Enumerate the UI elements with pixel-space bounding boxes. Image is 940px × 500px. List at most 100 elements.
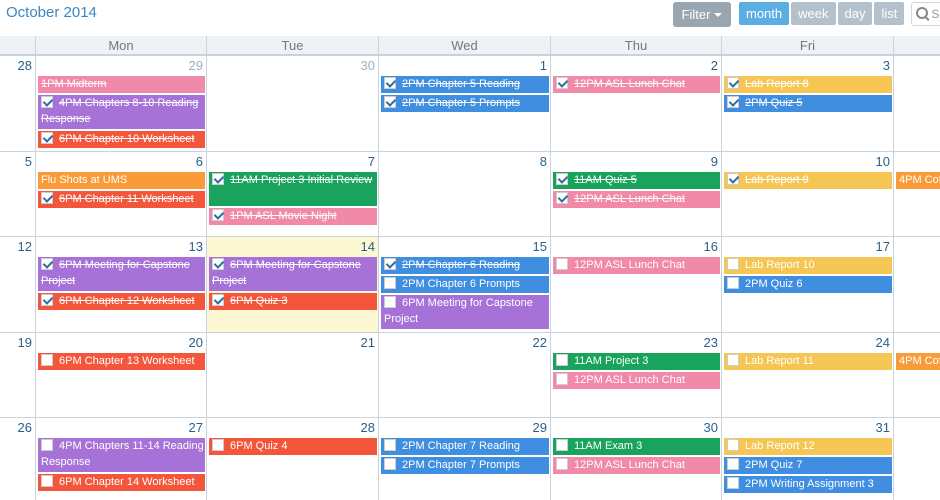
calendar-event[interactable]: 2PM Chapter 5 Prompts xyxy=(381,95,549,112)
calendar-event[interactable]: 6PM Chapter 10 Worksheet xyxy=(38,131,205,148)
day-cell[interactable]: 30 xyxy=(206,55,378,151)
checked-checkbox-icon[interactable] xyxy=(556,77,568,89)
calendar-event[interactable]: 6PM Chapter 13 Worksheet xyxy=(38,353,205,370)
checked-checkbox-icon[interactable] xyxy=(41,132,53,144)
calendar-event[interactable]: 2PM Writing Assignment 3 xyxy=(724,476,892,493)
calendar-event[interactable]: 6PM Chapter 12 Worksheet xyxy=(38,293,205,310)
day-cell[interactable]: 16 12PM ASL Lunch Chat xyxy=(550,236,721,332)
checked-checkbox-icon[interactable] xyxy=(556,173,568,185)
checkbox-icon[interactable] xyxy=(556,373,568,385)
calendar-event[interactable]: 12PM ASL Lunch Chat xyxy=(553,257,720,274)
checkbox-icon[interactable] xyxy=(384,296,396,308)
day-cell[interactable]: 27 4PM Chapters 11-14 Reading Response 6PM… xyxy=(35,417,206,500)
calendar-event[interactable]: 11AM Quiz 5 xyxy=(553,172,720,189)
checkbox-icon[interactable] xyxy=(556,354,568,366)
checked-checkbox-icon[interactable] xyxy=(384,96,396,108)
calendar-event[interactable]: 2PM Quiz 7 xyxy=(724,457,892,474)
calendar-event[interactable]: 11AM Exam 3 xyxy=(553,438,720,455)
calendar-event[interactable]: 12PM ASL Lunch Chat xyxy=(553,457,720,474)
calendar-event[interactable]: 2PM Chapter 6 Prompts xyxy=(381,276,549,293)
calendar-event[interactable]: 6PM Meeting for Capstone Project xyxy=(381,295,549,329)
checked-checkbox-icon[interactable] xyxy=(727,96,739,108)
day-cell-partial[interactable]: 4PM Cof xyxy=(893,332,940,417)
search-input[interactable]: S xyxy=(911,2,940,26)
day-cell[interactable]: 10 Lab Report 9 xyxy=(721,151,893,236)
checkbox-icon[interactable] xyxy=(556,258,568,270)
checked-checkbox-icon[interactable] xyxy=(727,77,739,89)
calendar-event[interactable]: 2PM Chapter 7 Prompts xyxy=(381,457,549,474)
checkbox-icon[interactable] xyxy=(727,277,739,289)
calendar-event[interactable]: 11AM Project 3 xyxy=(553,353,720,370)
checked-checkbox-icon[interactable] xyxy=(556,192,568,204)
day-cell[interactable]: 15 2PM Chapter 6 Reading 2PM Chapter 6 Pro… xyxy=(378,236,550,332)
checkbox-icon[interactable] xyxy=(727,439,739,451)
day-cell[interactable]: 29 1PM Midterm 4PM Chapters 8-10 Reading R… xyxy=(35,55,206,151)
checkbox-icon[interactable] xyxy=(212,439,224,451)
calendar-event[interactable]: 4PM Cof xyxy=(896,353,940,370)
calendar-event[interactable]: 2PM Chapter 7 Reading xyxy=(381,438,549,455)
day-cell-partial[interactable] xyxy=(893,55,940,151)
checkbox-icon[interactable] xyxy=(727,258,739,270)
view-list-button[interactable]: list xyxy=(874,2,905,25)
day-cell[interactable]: 29 2PM Chapter 7 Reading 2PM Chapter 7 Pro… xyxy=(378,417,550,500)
calendar-event[interactable]: 6PM Chapter 14 Worksheet xyxy=(38,474,205,491)
calendar-event[interactable]: 6PM Quiz 4 xyxy=(209,438,377,455)
calendar-event[interactable]: 4PM Chapters 11-14 Reading Response xyxy=(38,438,205,472)
day-cell[interactable]: 28 6PM Quiz 4 xyxy=(206,417,378,500)
day-cell-partial[interactable] xyxy=(893,417,940,500)
day-cell[interactable]: 31 Lab Report 12 2PM Quiz 7 2PM Writing Ass… xyxy=(721,417,893,500)
calendar-event[interactable]: 6PM Meeting for Capstone Project xyxy=(38,257,205,291)
day-cell[interactable]: 13 6PM Meeting for Capstone Project 6PM Ch… xyxy=(35,236,206,332)
day-cell[interactable]: 20 6PM Chapter 13 Worksheet xyxy=(35,332,206,417)
calendar-event[interactable]: 6PM Chapter 11 Worksheet xyxy=(38,191,205,208)
day-cell[interactable]: 28 xyxy=(0,55,35,151)
day-cell[interactable]: 9 11AM Quiz 5 12PM ASL Lunch Chat xyxy=(550,151,721,236)
calendar-event[interactable]: Lab Report 9 xyxy=(724,172,892,189)
checked-checkbox-icon[interactable] xyxy=(41,294,53,306)
checked-checkbox-icon[interactable] xyxy=(212,209,224,221)
calendar-event[interactable]: Flu Shots at UMS xyxy=(38,172,205,189)
calendar-event[interactable]: Lab Report 12 xyxy=(724,438,892,455)
calendar-event[interactable]: 1PM Midterm xyxy=(38,76,205,93)
checkbox-icon[interactable] xyxy=(556,439,568,451)
filter-button[interactable]: Filter xyxy=(673,2,731,27)
day-cell[interactable]: 2 12PM ASL Lunch Chat xyxy=(550,55,721,151)
checked-checkbox-icon[interactable] xyxy=(384,258,396,270)
calendar-event[interactable]: 4PM Cof xyxy=(896,172,940,189)
calendar-event[interactable]: Lab Report 8 xyxy=(724,76,892,93)
calendar-event[interactable]: 11AM Project 3 Initial Review xyxy=(209,172,377,206)
checkbox-icon[interactable] xyxy=(41,354,53,366)
calendar-event[interactable]: Lab Report 11 xyxy=(724,353,892,370)
checked-checkbox-icon[interactable] xyxy=(212,258,224,270)
calendar-event[interactable]: 12PM ASL Lunch Chat xyxy=(553,76,720,93)
day-cell[interactable]: 23 11AM Project 3 12PM ASL Lunch Chat xyxy=(550,332,721,417)
day-cell[interactable]: 14 6PM Meeting for Capstone Project 6PM Qu… xyxy=(206,236,378,332)
checked-checkbox-icon[interactable] xyxy=(384,77,396,89)
checkbox-icon[interactable] xyxy=(384,458,396,470)
calendar-event[interactable]: 2PM Quiz 5 xyxy=(724,95,892,112)
view-month-button[interactable]: month xyxy=(739,2,790,25)
day-cell[interactable]: 8 xyxy=(378,151,550,236)
checked-checkbox-icon[interactable] xyxy=(41,96,53,108)
day-cell[interactable]: 7 11AM Project 3 Initial Review 1PM ASL Mo… xyxy=(206,151,378,236)
day-cell[interactable]: 30 11AM Exam 3 12PM ASL Lunch Chat xyxy=(550,417,721,500)
calendar-event[interactable]: 2PM Quiz 6 xyxy=(724,276,892,293)
calendar-event[interactable]: 1PM ASL Movie Night xyxy=(209,208,377,225)
day-cell[interactable]: 12 xyxy=(0,236,35,332)
checked-checkbox-icon[interactable] xyxy=(212,294,224,306)
calendar-event[interactable]: 12PM ASL Lunch Chat xyxy=(553,191,720,208)
day-cell[interactable]: 24 Lab Report 11 xyxy=(721,332,893,417)
calendar-event[interactable]: 2PM Chapter 6 Reading xyxy=(381,257,549,274)
view-day-button[interactable]: day xyxy=(837,2,873,25)
day-cell[interactable]: 3 Lab Report 8 2PM Quiz 5 xyxy=(721,55,893,151)
calendar-event[interactable]: 6PM Meeting for Capstone Project xyxy=(209,257,377,291)
checked-checkbox-icon[interactable] xyxy=(212,173,224,185)
day-cell-partial[interactable] xyxy=(893,236,940,332)
checkbox-icon[interactable] xyxy=(727,354,739,366)
checkbox-icon[interactable] xyxy=(556,458,568,470)
checkbox-icon[interactable] xyxy=(384,277,396,289)
day-cell[interactable]: 17 Lab Report 10 2PM Quiz 6 xyxy=(721,236,893,332)
calendar-event[interactable]: 6PM Quiz 3 xyxy=(209,293,377,310)
checkbox-icon[interactable] xyxy=(41,439,53,451)
view-week-button[interactable]: week xyxy=(791,2,836,25)
